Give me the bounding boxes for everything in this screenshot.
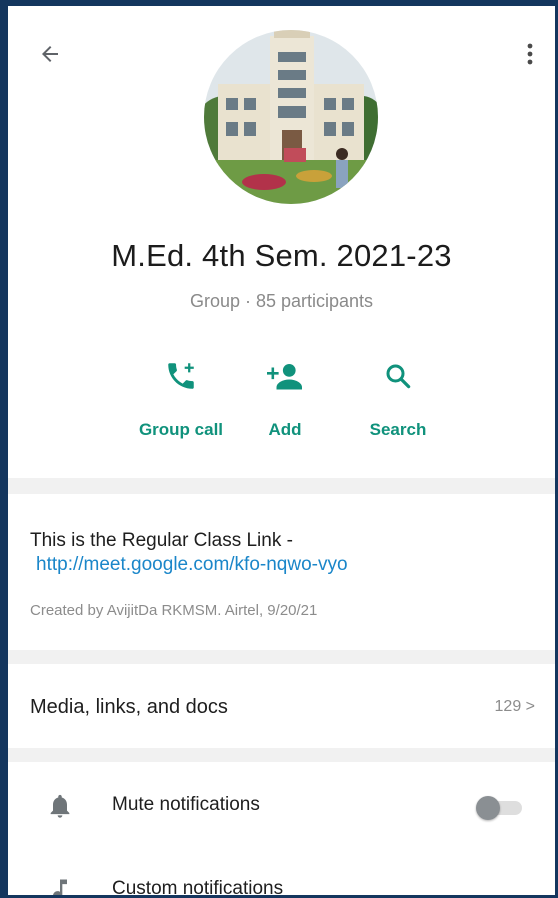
- back-button[interactable]: [36, 40, 64, 68]
- add-person-icon: [267, 363, 302, 390]
- meet-link[interactable]: http://meet.google.com/kfo-nqwo-vyo: [36, 554, 348, 576]
- add-participant-button[interactable]: Add: [225, 358, 345, 440]
- search-button[interactable]: Search: [338, 358, 458, 440]
- media-count: 129 >: [494, 698, 535, 715]
- add-participant-label: Add: [268, 420, 302, 439]
- section-divider: [8, 748, 555, 762]
- group-call-label: Group call: [138, 420, 224, 439]
- arrow-back-icon: [42, 46, 58, 62]
- custom-notifications-label: Custom notifications: [112, 878, 284, 895]
- group-name: M.Ed. 4th Sem. 2021-23: [111, 238, 452, 273]
- section-divider: [8, 650, 555, 664]
- group-call-button[interactable]: Group call: [121, 358, 241, 440]
- more-vert-icon: [527, 43, 533, 65]
- bell-icon: [50, 794, 70, 818]
- mute-notifications-label: Mute notifications: [112, 794, 260, 815]
- custom-notifications-row[interactable]: Custom notifications: [8, 862, 555, 895]
- group-actions: Group call Add Search: [8, 358, 555, 448]
- add-call-icon: [168, 363, 194, 389]
- media-label: Media, links, and docs: [30, 696, 228, 718]
- group-avatar[interactable]: [204, 30, 378, 204]
- group-photo-image: [204, 30, 378, 204]
- mute-notifications-row[interactable]: Mute notifications: [8, 778, 555, 834]
- group-participant-count: Group · 85 participants: [189, 291, 374, 311]
- section-divider: [8, 478, 555, 494]
- more-options-button[interactable]: [518, 38, 542, 70]
- search-label: Search: [369, 420, 427, 439]
- toggle-knob: [476, 796, 500, 820]
- group-description: This is the Regular Class Link -: [30, 530, 293, 551]
- mute-notifications-toggle[interactable]: [476, 796, 524, 820]
- created-by-text: Created by AvijitDa RKMSM. Airtel, 9/20/…: [30, 602, 318, 619]
- group-info-screen: M.Ed. 4th Sem. 2021-23 Group · 85 partic…: [8, 6, 555, 895]
- media-links-docs-row[interactable]: Media, links, and docs 129 >: [8, 676, 555, 738]
- music-note-icon: [53, 879, 67, 895]
- search-icon: [386, 364, 411, 389]
